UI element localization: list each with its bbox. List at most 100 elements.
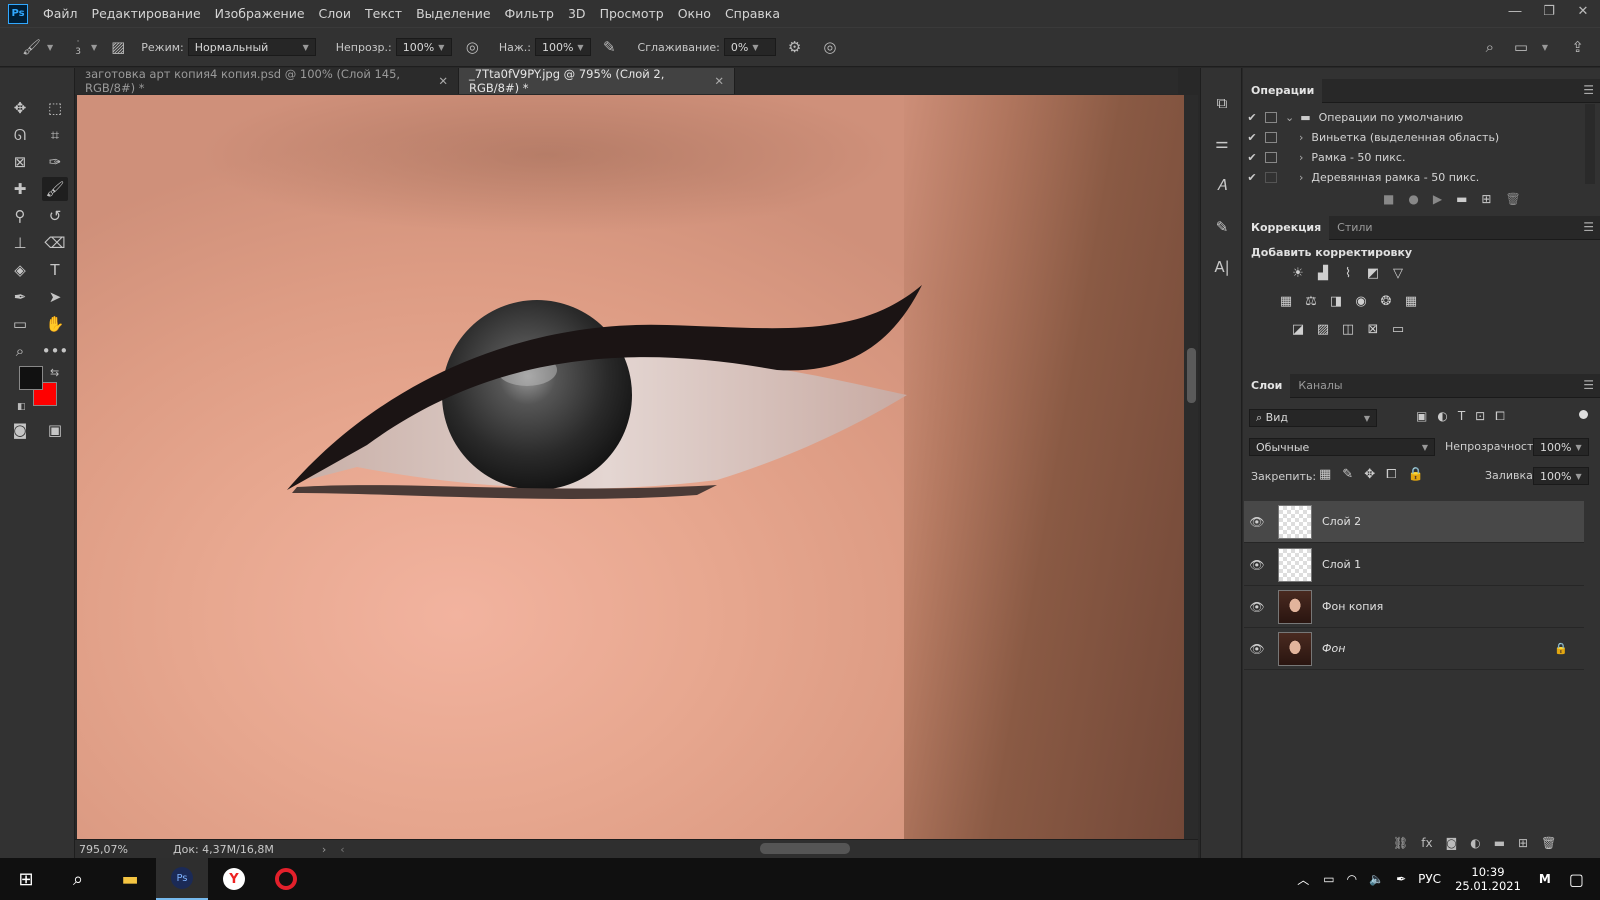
action-set-row[interactable]: ✔ ⌄ ▬ Операции по умолчанию <box>1243 107 1583 127</box>
posterize-icon[interactable]: ▨ <box>1313 320 1333 338</box>
tab-actions[interactable]: Операции <box>1243 78 1323 103</box>
gmail-icon[interactable]: M <box>1539 872 1551 886</box>
history-brush-tool-icon[interactable]: ↺ <box>42 204 68 228</box>
visibility-eye-icon[interactable]: 👁 <box>1244 642 1270 656</box>
lock-position-icon[interactable]: ✥ <box>1364 467 1375 482</box>
filter-toggle-icon[interactable] <box>1579 410 1588 419</box>
windows-start-icon[interactable]: ⊞ <box>0 858 52 900</box>
visibility-eye-icon[interactable]: 👁 <box>1244 515 1270 529</box>
pen-icon[interactable]: ✒ <box>1396 872 1406 886</box>
link-layers-icon[interactable]: ⛓ <box>1393 836 1408 850</box>
invert-icon[interactable]: ◪ <box>1288 320 1308 338</box>
search-icon[interactable]: ⌕ <box>52 858 104 900</box>
pressure-opacity-icon[interactable]: ◎ <box>466 38 479 56</box>
more-tools-icon[interactable]: ••• <box>42 339 69 363</box>
foreground-color-swatch[interactable] <box>19 366 43 390</box>
scroll-left-icon[interactable]: ‹ <box>340 843 344 856</box>
blend-mode-select[interactable]: Обычные ▼ <box>1249 438 1435 456</box>
file-explorer-icon[interactable]: ▬ <box>104 858 156 900</box>
dialog-toggle-icon[interactable] <box>1265 111 1277 123</box>
panel-menu-icon[interactable]: ☰ <box>1583 220 1594 234</box>
airbrush-icon[interactable]: ✎ <box>603 38 616 56</box>
visibility-eye-icon[interactable]: 👁 <box>1244 558 1270 572</box>
hand-tool-icon[interactable]: ✋ <box>42 312 68 336</box>
trash-icon[interactable]: 🗑 <box>1541 836 1556 850</box>
paragraph-panel-icon[interactable]: A| <box>1209 254 1235 280</box>
brushes-panel-icon[interactable]: ✎ <box>1209 214 1235 240</box>
close-icon[interactable]: ✕ <box>714 74 724 88</box>
smart-object-filter-icon[interactable]: ⧠ <box>1495 409 1505 424</box>
check-icon[interactable]: ✔ <box>1243 111 1261 124</box>
tab-channels[interactable]: Каналы <box>1290 374 1350 398</box>
photoshop-taskbar-icon[interactable]: Ps <box>156 858 208 900</box>
layer-row[interactable]: 👁 Фон копия <box>1244 586 1584 628</box>
gear-icon[interactable]: ⚙ <box>788 38 801 56</box>
menu-type[interactable]: Текст <box>358 6 409 21</box>
pixel-layer-filter-icon[interactable]: ▣ <box>1416 409 1427 424</box>
close-icon[interactable]: ✕ <box>438 74 448 88</box>
rectangle-tool-icon[interactable]: ▭ <box>7 312 33 336</box>
lock-pixels-icon[interactable]: ✎ <box>1342 467 1353 482</box>
clock[interactable]: 10:39 25.01.2021 <box>1455 865 1521 893</box>
black-white-icon[interactable]: ◨ <box>1326 292 1346 310</box>
color-lookup-icon[interactable]: ▦ <box>1401 292 1421 310</box>
menu-select[interactable]: Выделение <box>409 6 497 21</box>
lasso-tool-icon[interactable]: ᘏ <box>7 123 33 147</box>
menu-image[interactable]: Изображение <box>208 6 312 21</box>
channel-mixer-icon[interactable]: ❂ <box>1376 292 1396 310</box>
visibility-eye-icon[interactable]: 👁 <box>1244 600 1270 614</box>
battery-icon[interactable]: ▭ <box>1323 872 1334 886</box>
wifi-icon[interactable]: ◠ <box>1347 872 1357 886</box>
dialog-toggle-icon[interactable] <box>1265 171 1277 183</box>
input-language[interactable]: РУС <box>1418 872 1441 886</box>
threshold-icon[interactable]: ◫ <box>1338 320 1358 338</box>
add-mask-icon[interactable]: ◙ <box>1446 836 1458 850</box>
smoothing-field[interactable]: 0% ▼ <box>723 38 776 56</box>
tab-document-2[interactable]: _7Tta0fV9PY.jpg @ 795% (Слой 2, RGB/8#) … <box>459 67 735 95</box>
new-adjustment-icon[interactable]: ◐ <box>1470 836 1480 850</box>
brush-panel-icon[interactable]: ▨ <box>111 38 125 56</box>
action-row[interactable]: ✔ › Виньетка (выделенная область) <box>1243 127 1583 147</box>
exposure-icon[interactable]: ◩ <box>1363 264 1383 282</box>
layer-row[interactable]: 👁 Слой 1 <box>1244 544 1584 586</box>
menu-view[interactable]: Просмотр <box>593 6 671 21</box>
marquee-tool-icon[interactable]: ⬚ <box>42 96 68 120</box>
close-window-button[interactable]: ✕ <box>1566 0 1600 22</box>
menu-help[interactable]: Справка <box>718 6 787 21</box>
clone-stamp-tool-icon[interactable]: ⚲ <box>7 204 33 228</box>
new-set-folder-icon[interactable]: ▬ <box>1456 192 1467 206</box>
brush-size-picker[interactable]: · 3 <box>75 37 81 57</box>
record-icon[interactable]: ● <box>1408 192 1418 206</box>
panel-menu-icon[interactable]: ☰ <box>1583 83 1594 97</box>
swap-colors-icon[interactable]: ⇆ <box>50 366 59 379</box>
yandex-browser-icon[interactable]: Y <box>208 858 260 900</box>
document-canvas[interactable] <box>77 95 1184 839</box>
pen-tool-icon[interactable]: ✒ <box>7 285 33 309</box>
history-panel-icon[interactable]: ⧉ <box>1209 90 1235 116</box>
fx-icon[interactable]: fx <box>1421 836 1432 850</box>
default-colors-icon[interactable]: ◧ <box>17 402 26 412</box>
crop-tool-icon[interactable]: ⌗ <box>42 123 68 147</box>
pressure-field[interactable]: 100% ▼ <box>534 38 591 56</box>
tool-preset-caret-icon[interactable]: ▼ <box>47 43 53 52</box>
lock-icon[interactable]: 🔒 <box>1554 642 1568 655</box>
type-layer-filter-icon[interactable]: T <box>1458 409 1465 424</box>
type-tool-icon[interactable]: T <box>42 258 68 282</box>
volume-icon[interactable]: 🔈 <box>1369 872 1384 886</box>
vibrance-icon[interactable]: ▽ <box>1388 264 1408 282</box>
menu-filter[interactable]: Фильтр <box>498 6 561 21</box>
photo-filter-icon[interactable]: ◉ <box>1351 292 1371 310</box>
play-icon[interactable]: ▶ <box>1433 192 1442 206</box>
restore-button[interactable]: ❐ <box>1532 0 1566 22</box>
brush-tool-icon[interactable]: 🖌 <box>42 177 68 201</box>
status-expand-icon[interactable]: › <box>322 843 326 856</box>
frame-tool-icon[interactable]: ⊠ <box>7 150 33 174</box>
workspace-caret-icon[interactable]: ▼ <box>1542 43 1548 52</box>
layer-filter-select[interactable]: ⌕ Вид ▼ <box>1249 409 1377 427</box>
lock-artboard-icon[interactable]: ⧠ <box>1386 467 1396 482</box>
layer-opacity-field[interactable]: 100% ▼ <box>1533 438 1589 456</box>
chevron-down-icon[interactable]: ⌄ <box>1285 111 1294 124</box>
eraser-tool-icon[interactable]: ⌫ <box>42 231 68 255</box>
path-selection-tool-icon[interactable]: ➤ <box>42 285 68 309</box>
search-icon[interactable]: ⌕ <box>1486 38 1494 56</box>
